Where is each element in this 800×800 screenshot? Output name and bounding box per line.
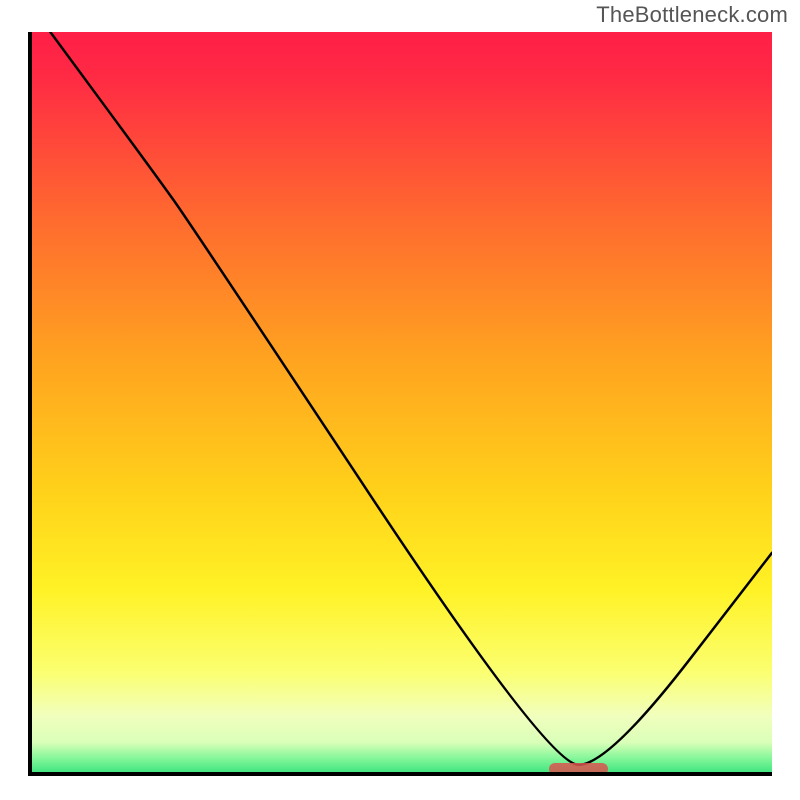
curve-path [50,32,772,765]
bottleneck-curve [28,32,772,776]
plot-area [28,32,772,776]
optimal-marker [549,763,609,775]
watermark-text: TheBottleneck.com [596,2,788,28]
chart-container: TheBottleneck.com [0,0,800,800]
